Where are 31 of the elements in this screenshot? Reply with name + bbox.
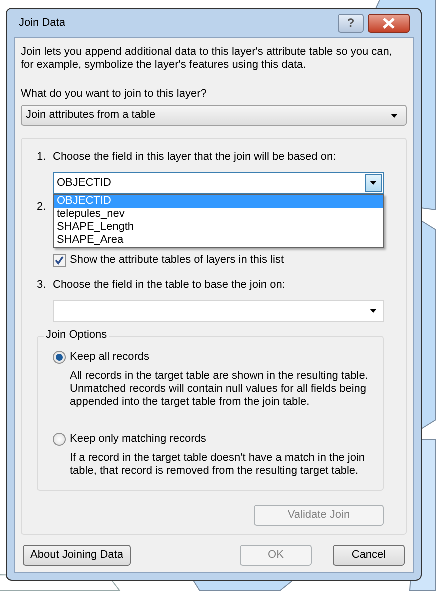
- about-button[interactable]: About Joining Data: [23, 545, 131, 566]
- step-number: 1.: [37, 151, 48, 164]
- field-combo[interactable]: OBJECTID: [53, 172, 384, 194]
- window-title: Join Data: [18, 16, 66, 30]
- step-number: 2.: [37, 201, 48, 215]
- option-description: If a record in the target table doesn't have a match in the join table, that record is removed from the resulting target table.: [70, 452, 366, 478]
- step-label: Choose the field in this layer that the join will be based on:: [53, 151, 336, 164]
- join-type-select[interactable]: Join attributes from a table: [21, 105, 407, 126]
- dropdown-arrow-icon: [370, 181, 377, 185]
- checkbox[interactable]: [53, 254, 66, 267]
- radio-label: Keep only matching records: [70, 433, 206, 446]
- help-button[interactable]: ?: [338, 14, 364, 32]
- dropdown-arrow-icon: [391, 114, 398, 118]
- close-icon: [382, 18, 396, 28]
- cancel-button[interactable]: Cancel: [333, 545, 405, 566]
- radio-button[interactable]: [53, 351, 66, 364]
- close-button[interactable]: [368, 14, 410, 32]
- question-label: What do you want to join to this layer?: [21, 88, 208, 101]
- dropdown-option[interactable]: SHAPE_Area: [54, 234, 383, 247]
- step-number: 3.: [37, 279, 48, 292]
- radio-button[interactable]: [53, 433, 66, 446]
- step-label: Choose the field in the table to base the join on:: [53, 279, 286, 292]
- field-combo[interactable]: [53, 300, 384, 322]
- intro-text: Join lets you append additional data to this layer's attribute table so you can, for example, symbolize the layer's features using this data.: [21, 46, 394, 72]
- checkbox-label: Show the attribute tables of layers in this list: [70, 254, 284, 267]
- option-description: All records in the target table are shown in the resulting table. Unmatched records will contain null values for all fields being appended into the target table from the join table.: [70, 370, 370, 409]
- group-title: Join Options: [44, 329, 110, 342]
- dropdown-arrow-icon: [370, 309, 377, 313]
- dropdown-option[interactable]: telepules_nev: [54, 208, 383, 221]
- radio-label: Keep all records: [70, 351, 150, 364]
- dropdown-option[interactable]: SHAPE_Length: [54, 221, 383, 234]
